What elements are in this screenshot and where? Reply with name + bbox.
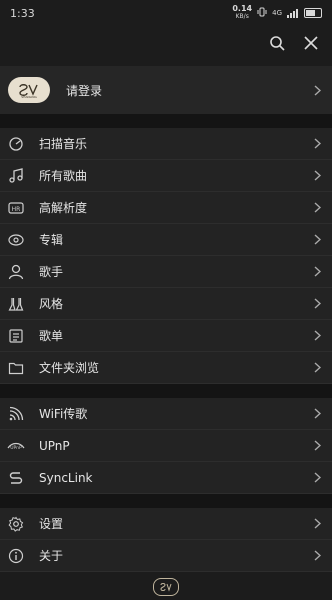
- chevron-right-icon: [312, 362, 322, 374]
- search-button[interactable]: [266, 32, 288, 54]
- refresh-icon: [7, 135, 25, 153]
- info-icon: [7, 547, 25, 565]
- hr-badge-icon: HR: [7, 199, 25, 217]
- chevron-right-icon: [312, 170, 322, 182]
- brand-logo: [153, 578, 179, 596]
- vibrate-icon: [257, 7, 267, 19]
- library-menu: 扫描音乐 所有歌曲 HR 高解析度 专辑 歌手 风格 歌单 文件夹浏览: [0, 128, 332, 384]
- chevron-right-icon: [312, 472, 322, 484]
- section-divider: [0, 384, 332, 398]
- menu-item-label: SyncLink: [39, 470, 93, 485]
- login-row[interactable]: SHANLING 请登录: [0, 66, 332, 114]
- avatar: SHANLING: [8, 77, 50, 103]
- person-icon: [7, 263, 25, 281]
- top-toolbar: [0, 26, 332, 60]
- status-bar: 1:33 0.14 KB/s 4G: [0, 0, 332, 26]
- menu-item-label: UPnP: [39, 438, 70, 453]
- gear-icon: [7, 515, 25, 533]
- menu-item-label: 高解析度: [39, 201, 88, 215]
- battery-icon: [304, 8, 322, 18]
- app-menu: 设置 关于: [0, 508, 332, 572]
- chevron-right-icon: [312, 234, 322, 246]
- close-button[interactable]: [300, 32, 322, 54]
- network-menu: WiFi传歌 UPnP UPnP SyncLink: [0, 398, 332, 494]
- menu-item-genre[interactable]: 风格: [0, 288, 332, 320]
- network-type-label: 4G: [272, 9, 282, 17]
- network-speed-unit: KB/s: [235, 13, 249, 20]
- menu-item-artist[interactable]: 歌手: [0, 256, 332, 288]
- chevron-right-icon: [312, 266, 322, 278]
- synclink-icon: [7, 469, 25, 487]
- chevron-right-icon: [312, 408, 322, 420]
- menu-item-playlist[interactable]: 歌单: [0, 320, 332, 352]
- menu-item-all-songs[interactable]: 所有歌曲: [0, 160, 332, 192]
- menu-item-hires[interactable]: HR 高解析度: [0, 192, 332, 224]
- section-divider: [0, 114, 332, 128]
- menu-item-settings[interactable]: 设置: [0, 508, 332, 540]
- menu-item-label: 设置: [39, 517, 64, 531]
- menu-item-synclink[interactable]: SyncLink: [0, 462, 332, 494]
- chevron-right-icon: [312, 518, 322, 530]
- music-note-icon: [7, 167, 25, 185]
- shanling-logo-icon: [160, 583, 172, 592]
- menu-item-upnp[interactable]: UPnP UPnP: [0, 430, 332, 462]
- menu-item-wifi-transfer[interactable]: WiFi传歌: [0, 398, 332, 430]
- menu-item-label: 专辑: [39, 233, 64, 247]
- chevron-right-icon: [312, 298, 322, 310]
- chevron-right-icon: [312, 330, 322, 342]
- menu-item-label: 所有歌曲: [39, 169, 88, 183]
- menu-item-about[interactable]: 关于: [0, 540, 332, 572]
- wifi-icon: [7, 405, 25, 423]
- status-time: 1:33: [10, 6, 35, 20]
- menu-item-label: WiFi传歌: [39, 407, 88, 421]
- chevron-right-icon: [312, 202, 322, 214]
- menu-item-folder[interactable]: 文件夹浏览: [0, 352, 332, 384]
- chevron-right-icon: [312, 138, 322, 150]
- section-divider: [0, 494, 332, 508]
- network-speed-value: 0.14: [232, 4, 253, 13]
- signal-icon: [287, 8, 299, 18]
- menu-item-label: 风格: [39, 297, 64, 311]
- flask-icon: [7, 295, 25, 313]
- playlist-icon: [7, 327, 25, 345]
- chevron-right-icon: [312, 550, 322, 562]
- close-icon: [304, 36, 318, 50]
- menu-item-label: 文件夹浏览: [39, 361, 100, 375]
- status-indicators: 0.14 KB/s 4G: [232, 5, 322, 21]
- menu-item-label: 关于: [39, 549, 64, 563]
- svg-text:HR: HR: [12, 206, 21, 213]
- menu-item-label: 扫描音乐: [39, 137, 88, 151]
- menu-item-label: 歌手: [39, 265, 64, 279]
- folder-icon: [7, 359, 25, 377]
- chevron-right-icon: [312, 440, 322, 452]
- disc-icon: [7, 231, 25, 249]
- shanling-logo-icon: SHANLING: [19, 84, 38, 99]
- menu-item-label: 歌单: [39, 329, 64, 343]
- chevron-right-icon: [312, 84, 322, 96]
- svg-text:UPnP: UPnP: [10, 445, 22, 451]
- menu-item-scan-music[interactable]: 扫描音乐: [0, 128, 332, 160]
- search-icon: [270, 36, 285, 51]
- menu-item-album[interactable]: 专辑: [0, 224, 332, 256]
- svg-text:SHANLING: SHANLING: [21, 95, 37, 99]
- network-speed: 0.14 KB/s: [232, 5, 252, 21]
- login-label: 请登录: [66, 83, 103, 98]
- upnp-icon: UPnP: [7, 437, 25, 455]
